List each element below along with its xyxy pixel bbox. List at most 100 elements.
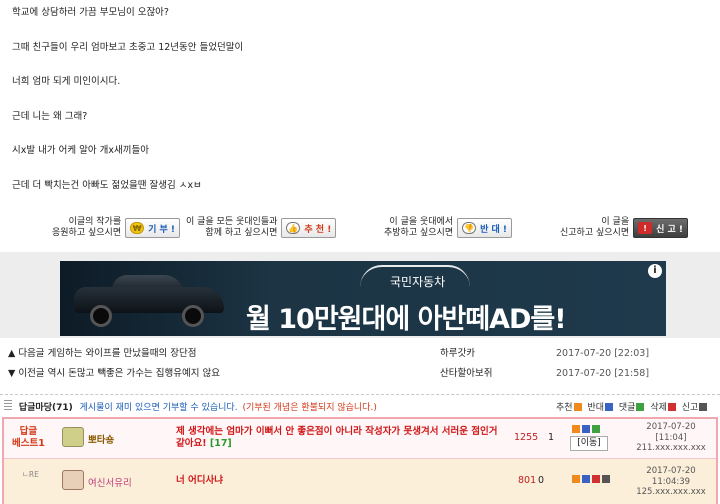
recommend-prompt-line: 함께 하고 싶으시면 <box>205 228 278 238</box>
comment-datetime: 2017-07-20 11:04:39 125.xxx.xxx.xxx <box>626 466 716 498</box>
comment-row: 답글 베스트1 뽀타숑 제 생각에는 엄마가 이뻐서 안 좋은점이 아니라 작성… <box>4 419 716 459</box>
oppose-count: 0 <box>538 475 545 486</box>
comment-time: [11:04] <box>655 432 687 443</box>
minus-icon <box>605 403 613 411</box>
comment-nickname[interactable]: 뽀타숑 <box>88 432 114 446</box>
comment-nickname[interactable]: 여신서유리 <box>88 475 132 489</box>
legend-oppose: 반대 <box>587 403 604 413</box>
donate-button-label: 기 부 ! <box>148 224 176 235</box>
move-button[interactable]: [이동] <box>570 436 608 451</box>
siren-icon: ! <box>638 222 653 234</box>
recommend-button[interactable]: 👍 추 천 ! <box>281 218 337 238</box>
prev-post-link[interactable]: ▼ 이전글 역시 돈많고 빽좋은 가수는 집행유예지 않요 <box>8 364 220 384</box>
report-icon <box>699 403 708 411</box>
report-prompt: 이 글을 신고하고 싶으시면 <box>560 217 629 239</box>
report-button[interactable]: ! 신 고 ! <box>633 218 689 238</box>
comment-ip: 125.xxx.xxx.xxx <box>636 487 706 497</box>
grip-icon <box>4 400 12 411</box>
report-action: 이 글을 신고하고 싶으시면 ! 신 고 ! <box>560 213 689 243</box>
prev-post-title[interactable]: 역시 돈많고 빽좋은 가수는 집행유예지 않요 <box>48 368 220 379</box>
comment-controls <box>571 474 611 485</box>
prev-post-label: ▼ 이전글 <box>8 368 45 379</box>
recommend-count: 1255 <box>514 432 539 443</box>
ad-headline: 월 10만원대에 아반떼AD를! <box>246 304 567 335</box>
donate-note: 게시물이 재미 있으면 기부할 수 있습니다. <box>79 403 238 413</box>
donate-prompt-line: 응원하고 싶으시면 <box>52 228 122 238</box>
oppose-icon[interactable] <box>582 475 590 483</box>
comment-row: ㄴRE 여신서유리 너 어디사냐 801 0 2017-07-20 11:04:… <box>4 459 716 504</box>
post-line: 너희 엄마 되게 미인이시다. <box>12 76 121 87</box>
reply-count: [17] <box>209 438 232 449</box>
comment-body: 너 어디사냐 <box>176 475 224 486</box>
ad-brand: 국민자동차 <box>390 275 446 289</box>
ad-info-icon[interactable]: i <box>648 264 662 278</box>
oppose-button[interactable]: 👎 반 대 ! <box>457 218 513 238</box>
next-post-author[interactable]: 하루갓카 <box>440 344 475 364</box>
recommend-prompt: 이 글을 모든 웃대인들과 함께 하고 싶으시면 <box>186 217 277 239</box>
delete-icon <box>667 403 676 411</box>
prev-post-author[interactable]: 산타할아보쥐 <box>440 364 492 384</box>
comment-time: 11:04:39 <box>651 476 691 487</box>
oppose-prompt-line: 추방하고 싶으시면 <box>384 228 454 238</box>
next-post-label: ▲ 다음글 <box>8 348 45 359</box>
legend-report: 신고 <box>681 403 699 413</box>
oppose-action: 이 글을 웃대에서 추방하고 싶으시면 👎 반 대 ! <box>384 213 513 243</box>
ad-banner[interactable]: 국민자동차 월 10만원대에 아반떼AD를! i <box>60 261 666 336</box>
donate-prompt-line: 이글의 작가를 <box>68 217 122 227</box>
legend-recommend: 추천 <box>556 403 573 413</box>
next-post-link[interactable]: ▲ 다음글 게임하는 와이프를 만났을때의 장단점 <box>8 344 196 364</box>
comment-date: 2017-07-20 <box>646 466 696 476</box>
comment-controls <box>571 424 601 435</box>
oppose-button-label: 반 대 ! <box>480 224 508 235</box>
legend-delete: 삭제 <box>650 403 667 413</box>
refund-note: (기부된 개념은 환불되지 않습니다.) <box>242 403 377 413</box>
oppose-prompt: 이 글을 웃대에서 추방하고 싶으시면 <box>384 217 453 239</box>
donate-button[interactable]: ₩ 기 부 ! <box>125 218 181 238</box>
comment-date: 2017-07-20 <box>646 422 696 432</box>
prev-post-date: 2017-07-20 [21:58] <box>556 368 650 379</box>
post-line: 근데 더 빡치는건 아빠도 젊었을땐 잘생김 ㅅxㅂ <box>12 179 202 191</box>
recommend-button-label: 추 천 ! <box>304 224 332 235</box>
comments-header-left: 답글마당(71) 게시물이 재미 있으면 기부할 수 있습니다. (기부된 개념… <box>4 400 377 413</box>
avatar <box>62 470 84 490</box>
report-prompt-line: 신고하고 싶으시면 <box>560 228 630 238</box>
best-comment-tag: 답글 베스트1 <box>12 426 45 450</box>
best-tag-line: 베스트1 <box>12 438 45 449</box>
best-tag-line: 답글 <box>19 426 38 437</box>
recommend-icon[interactable] <box>572 425 580 433</box>
prev-post-row[interactable]: ▼ 이전글 역시 돈많고 빽좋은 가수는 집행유예지 않요 산타할아보쥐 201… <box>0 364 720 384</box>
next-post-date: 2017-07-20 [22:03] <box>556 348 650 359</box>
reply-icon[interactable] <box>592 425 600 433</box>
comment-datetime: 2017-07-20 [11:04] 211.xxx.xxx.xxx <box>626 422 716 454</box>
post-line: 근데 니는 왜 그래? <box>12 110 88 122</box>
thumbs-up-icon: 👍 <box>286 222 301 234</box>
delete-icon[interactable] <box>592 475 600 483</box>
comments-list: 답글 베스트1 뽀타숑 제 생각에는 엄마가 이뻐서 안 좋은점이 아니라 작성… <box>2 417 718 504</box>
legend-reply: 댓글 <box>618 403 636 413</box>
comments-legend: 추천 반대 댓글 삭제 신고 <box>556 400 710 413</box>
recommend-count: 801 <box>518 475 537 486</box>
recommend-icon[interactable] <box>572 475 580 483</box>
donate-prompt: 이글의 작가를 응원하고 싶으시면 <box>52 217 121 239</box>
avatar <box>62 427 84 447</box>
post-actions: 이글의 작가를 응원하고 싶으시면 ₩ 기 부 ! 이 글을 모든 웃대인들과 … <box>0 213 720 243</box>
post-navigation: ▲ 다음글 게임하는 와이프를 만났을때의 장단점 하루갓카 2017-07-2… <box>0 344 720 384</box>
oppose-icon[interactable] <box>582 425 590 433</box>
post-body: 학교에 상담하러 가끔 부모님이 오잖아? 그때 친구들이 우리 엄마보고 초중… <box>12 6 652 213</box>
recommend-action: 이 글을 모든 웃대인들과 함께 하고 싶으시면 👍 추 천 ! <box>186 213 337 243</box>
comments-title: 답글마당(71) <box>18 403 73 413</box>
reply-icon <box>636 403 645 411</box>
next-post-title[interactable]: 게임하는 와이프를 만났을때의 장단점 <box>48 348 197 359</box>
reply-indent-icon: ㄴRE <box>22 470 39 479</box>
comment-text: 제 생각에는 엄마가 이뻐서 안 좋은점이 아니라 작성자가 못생겨서 서러운 … <box>176 426 506 450</box>
coin-icon: ₩ <box>130 222 145 234</box>
report-icon[interactable] <box>602 475 610 483</box>
car-wheel <box>182 305 204 327</box>
comments-header: 답글마당(71) 게시물이 재미 있으면 기부할 수 있습니다. (기부된 개념… <box>0 394 720 416</box>
recommend-prompt-line: 이 글을 모든 웃대인들과 <box>186 217 278 227</box>
car-wheel <box>90 305 112 327</box>
plus-icon <box>573 403 582 411</box>
car-image <box>74 275 224 327</box>
next-post-row[interactable]: ▲ 다음글 게임하는 와이프를 만났을때의 장단점 하루갓카 2017-07-2… <box>0 344 720 364</box>
oppose-count: 1 <box>548 432 555 443</box>
